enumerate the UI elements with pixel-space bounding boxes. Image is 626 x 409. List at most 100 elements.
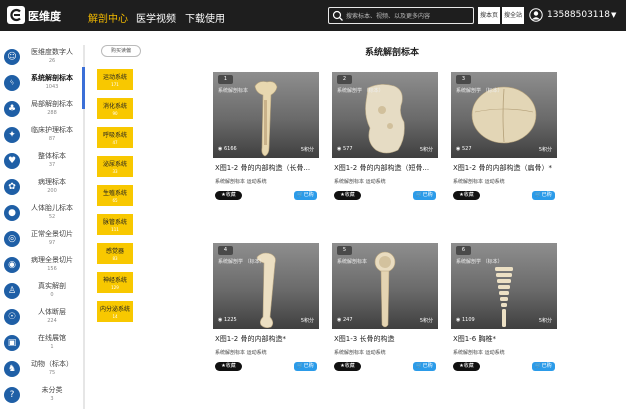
purchased-button[interactable]: 🛒已购 bbox=[532, 191, 555, 200]
sidebar-item-animal[interactable]: ♞ 动物（标本） 75 bbox=[0, 357, 82, 383]
subcategory-nervous[interactable]: 神经系统 129 bbox=[97, 272, 133, 293]
sidebar-item-clinical-nursing[interactable]: ✦ 临床护理标本 87 bbox=[0, 123, 82, 149]
sidebar-item-label: 病理全景切片 bbox=[31, 256, 73, 264]
sidebar-item-normal-slides[interactable]: ◎ 正常全景切片 97 bbox=[0, 227, 82, 253]
card-watermark: 系统解剖标本 bbox=[337, 259, 368, 265]
card-title[interactable]: X图1-2 骨的内部构造（短骨... bbox=[334, 163, 438, 173]
specimen-thumbnail[interactable]: 2 系统解剖学 （标本） ◉ 577 5积分 bbox=[332, 72, 438, 158]
card-title[interactable]: X图1-6 胸椎* bbox=[453, 334, 557, 344]
sidebar-item-label: 临床护理标本 bbox=[31, 126, 73, 134]
sidebar-item-digital-human[interactable]: ☺ 医维度数字人 26 bbox=[0, 45, 82, 71]
view-count: 1109 bbox=[461, 317, 475, 323]
sidebar-item-label: 人体断层 bbox=[38, 308, 66, 316]
subcategory-endocrine[interactable]: 内分泌系统 14 bbox=[97, 301, 133, 322]
purchase-filter-pill[interactable]: 购买读偏 bbox=[101, 45, 141, 57]
card-points: 5积分 bbox=[300, 318, 314, 324]
subcategory-name: 内分泌系统 bbox=[99, 306, 130, 313]
sidebar-item-fetus[interactable]: ● 人体胎儿标本 52 bbox=[0, 201, 82, 227]
sidebar-item-label: 系统解剖标本 bbox=[31, 74, 73, 82]
purchased-button[interactable]: 🛒已购 bbox=[413, 362, 436, 371]
specimen-thumbnail[interactable]: 5 系统解剖标本 ◉ 247 5积分 bbox=[332, 243, 438, 329]
card-points: 5积分 bbox=[538, 147, 552, 153]
specimen-card[interactable]: 4 系统解剖学 （标本） ◉ 1225 5积分 X图1-2 骨的内部构造* 系统… bbox=[213, 243, 319, 376]
card-tags: 系统解剖标本 运动系统 bbox=[334, 350, 386, 356]
sidebar-item-online-gallery[interactable]: ▣ 在线展馆 1 bbox=[0, 331, 82, 357]
search-all-button[interactable]: 搜全站 bbox=[502, 7, 524, 24]
subcategory-respiratory[interactable]: 呼吸系统 47 bbox=[97, 127, 133, 148]
sidebar-item-label: 人体胎儿标本 bbox=[31, 204, 73, 212]
subcategory-urinary[interactable]: 泌尿系统 33 bbox=[97, 156, 133, 177]
microscope-icon: ◎ bbox=[4, 231, 20, 247]
top-bar: 医维度 解剖中心 医学视频 下载使用 搜索标本、视频、以及更多内容 搜本页 搜全… bbox=[0, 0, 626, 31]
specimen-card[interactable]: 2 系统解剖学 （标本） ◉ 577 5积分 X图1-2 骨的内部构造（短骨..… bbox=[332, 72, 438, 205]
nav-medical-video[interactable]: 医学视频 bbox=[136, 10, 176, 25]
sidebar-item-uncategorized[interactable]: ? 未分类 3 bbox=[0, 383, 82, 409]
sidebar-item-tomography[interactable]: ☉ 人体断层 224 bbox=[0, 305, 82, 331]
search-input[interactable]: 搜索标本、视频、以及更多内容 bbox=[328, 7, 474, 24]
sidebar-item-pathology-slides[interactable]: ◉ 病理全景切片 156 bbox=[0, 253, 82, 279]
specimen-card[interactable]: 3 系统解剖学 （标本） ◉ 527 5积分 X图1-2 骨的内部构造（扁骨）*… bbox=[451, 72, 557, 205]
subcategory-digestive[interactable]: 消化系统 90 bbox=[97, 98, 133, 119]
specimen-card[interactable]: 1 系统解剖标本 ◉ 6166 5积分 X图1-2 骨的内部构造（长骨... 系… bbox=[213, 72, 319, 205]
sidebar-item-count: 1043 bbox=[45, 84, 59, 90]
specimen-card[interactable]: 6 系统解剖学 （标本） ◉ 1109 5积分 X图1-6 胸椎* 系统解剖标本… bbox=[451, 243, 557, 376]
sidebar-item-systematic-anatomy[interactable]: ᛃ 系统解剖标本 1043 bbox=[0, 71, 82, 97]
view-count: 247 bbox=[342, 317, 353, 323]
card-title[interactable]: X图1-2 骨的内部构造（长骨... bbox=[215, 163, 319, 173]
purchased-button[interactable]: 🛒已购 bbox=[413, 191, 436, 200]
nav-anatomy-center[interactable]: 解剖中心 bbox=[88, 10, 128, 25]
subcategory-reproductive[interactable]: 生殖系统 65 bbox=[97, 185, 133, 206]
sidebar-item-label: 在线展馆 bbox=[38, 334, 66, 342]
subcategory-vascular[interactable]: 脉管系统 111 bbox=[97, 214, 133, 235]
favorite-button[interactable]: ★收藏 bbox=[453, 191, 480, 200]
purchased-label: 已购 bbox=[541, 363, 552, 369]
favorite-button[interactable]: ★收藏 bbox=[215, 191, 242, 200]
favorite-button[interactable]: ★收藏 bbox=[453, 362, 480, 371]
subcategory-count: 171 bbox=[111, 82, 119, 87]
subcategory-name: 运动系统 bbox=[102, 74, 127, 81]
user-phone: 13588503118 bbox=[547, 10, 610, 20]
specimen-thumbnail[interactable]: 4 系统解剖学 （标本） ◉ 1225 5积分 bbox=[213, 243, 319, 329]
card-views: ◉ 6166 bbox=[218, 146, 237, 152]
specimen-card[interactable]: 5 系统解剖标本 ◉ 247 5积分 X图1-3 长骨的构造 系统解剖标本 运动… bbox=[332, 243, 438, 376]
sidebar-item-regional-anatomy[interactable]: ♣ 局部解剖标本 288 bbox=[0, 97, 82, 123]
avatar-icon[interactable] bbox=[529, 8, 543, 22]
spine-image bbox=[495, 267, 513, 327]
subcategory-motor[interactable]: 运动系统 171 bbox=[97, 69, 133, 90]
card-views: ◉ 577 bbox=[337, 146, 353, 152]
user-menu[interactable]: 13588503118▼ bbox=[547, 10, 616, 20]
card-number: 2 bbox=[337, 75, 352, 84]
sidebar-item-label: 未分类 bbox=[41, 386, 63, 394]
logo-icon[interactable] bbox=[6, 5, 26, 25]
sidebar-item-real-anatomy[interactable]: ♙ 真实解剖 0 bbox=[0, 279, 82, 305]
sidebar-item-count: 52 bbox=[48, 214, 56, 220]
subcategory-count: 90 bbox=[112, 111, 118, 116]
favorite-button[interactable]: ★收藏 bbox=[215, 362, 242, 371]
purchased-button[interactable]: 🛒已购 bbox=[294, 191, 317, 200]
sidebar-item-label: 正常全景切片 bbox=[31, 230, 73, 238]
purchased-button[interactable]: 🛒已购 bbox=[294, 362, 317, 371]
sidebar-item-pathology[interactable]: ✿ 病理标本 200 bbox=[0, 175, 82, 201]
favorite-button[interactable]: ★收藏 bbox=[334, 362, 361, 371]
specimen-thumbnail[interactable]: 1 系统解剖标本 ◉ 6166 5积分 bbox=[213, 72, 319, 158]
sidebar-item-whole-specimen[interactable]: ♥ 整体标本 37 bbox=[0, 149, 82, 175]
sidebar-item-label: 医维度数字人 bbox=[31, 48, 73, 56]
favorite-button[interactable]: ★收藏 bbox=[334, 191, 361, 200]
subcategory-name: 脉管系统 bbox=[102, 219, 127, 226]
sidebar-item-label: 真实解剖 bbox=[38, 282, 66, 290]
search-page-button[interactable]: 搜本页 bbox=[478, 7, 500, 24]
specimen-thumbnail[interactable]: 6 系统解剖学 （标本） ◉ 1109 5积分 bbox=[451, 243, 557, 329]
nav-download[interactable]: 下载使用 bbox=[185, 10, 225, 25]
card-watermark: 系统解剖学 （标本） bbox=[337, 88, 384, 94]
card-watermark: 系统解剖学 （标本） bbox=[456, 259, 503, 265]
card-title[interactable]: X图1-2 骨的内部构造（扁骨）* bbox=[453, 163, 557, 173]
purchased-button[interactable]: 🛒已购 bbox=[532, 362, 555, 371]
brand-name[interactable]: 医维度 bbox=[28, 8, 61, 24]
subcategory-sensory[interactable]: 感觉器 83 bbox=[97, 243, 133, 264]
specimen-thumbnail[interactable]: 3 系统解剖学 （标本） ◉ 527 5积分 bbox=[451, 72, 557, 158]
card-title[interactable]: X图1-2 骨的内部构造* bbox=[215, 334, 319, 344]
purchased-label: 已购 bbox=[422, 192, 433, 198]
search-placeholder: 搜索标本、视频、以及更多内容 bbox=[346, 13, 431, 20]
card-title[interactable]: X图1-3 长骨的构造 bbox=[334, 334, 438, 344]
card-views: ◉ 1109 bbox=[456, 317, 475, 323]
